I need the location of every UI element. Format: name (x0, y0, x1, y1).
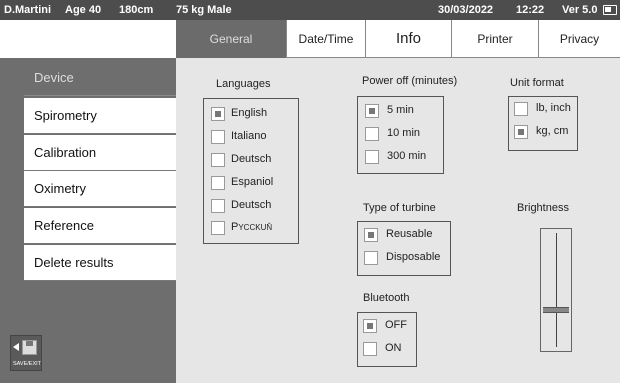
patient-height: 180cm (119, 4, 154, 16)
power-off-300-checkbox[interactable] (365, 150, 379, 164)
bluetooth-group: OFF ON (357, 312, 417, 367)
menu-item-device[interactable]: Device (24, 60, 176, 96)
status-date: 30/03/2022 (438, 4, 494, 16)
menu-item-calibration[interactable]: Calibration (24, 135, 176, 171)
firmware-version: Ver 5.0 (562, 4, 598, 16)
brightness-slider-track (556, 233, 557, 347)
unit-kg-cm-checkbox[interactable] (514, 125, 528, 139)
turbine-reusable-label: Reusable (386, 228, 433, 240)
unit-format-group: lb, inch kg, cm (508, 96, 578, 151)
save-exit-button[interactable]: SAVE/EXIT (10, 335, 42, 371)
general-settings-panel: Languages English Italiano Deutsch Espan… (176, 58, 620, 383)
menu-item-oximetry[interactable]: Oximetry (24, 171, 176, 207)
languages-title: Languages (216, 78, 271, 90)
turbine-group: Reusable Disposable (357, 221, 451, 276)
language-english-checkbox[interactable] (211, 107, 225, 121)
power-off-10-label: 10 min (387, 127, 421, 139)
bluetooth-on-label: ON (385, 342, 402, 354)
bluetooth-off-checkbox[interactable] (363, 319, 377, 333)
power-off-group: 5 min 10 min 300 min (357, 96, 444, 174)
language-espaniol-label: Espaniol (231, 176, 274, 188)
unit-kg-cm-label: kg, cm (536, 125, 569, 137)
menu-item-reference[interactable]: Reference (24, 208, 176, 244)
battery-icon (603, 5, 617, 15)
bluetooth-on-checkbox[interactable] (363, 342, 377, 356)
power-off-300-label: 300 min (387, 150, 427, 162)
tab-row-spacer (0, 20, 176, 58)
tab-printer[interactable]: Printer (451, 20, 538, 58)
status-bar: D.Martini Age 40 180cm 75 kg Male 30/03/… (0, 0, 620, 20)
language-russian-label: Pycckuň (231, 221, 273, 233)
language-english-label: English (231, 107, 268, 119)
languages-group: English Italiano Deutsch Espaniol Deutsc… (203, 98, 299, 244)
language-deutsch-checkbox[interactable] (211, 153, 225, 167)
menu-item-spirometry[interactable]: Spirometry (24, 98, 176, 134)
tab-privacy[interactable]: Privacy (538, 20, 620, 58)
patient-weight-sex: 75 kg Male (176, 4, 232, 16)
unit-lb-inch-checkbox[interactable] (514, 102, 528, 116)
language-deutsch-2-checkbox[interactable] (211, 199, 225, 213)
floppy-disk-icon (22, 340, 37, 355)
language-italiano-label: Italiano (231, 130, 267, 142)
power-off-10-checkbox[interactable] (365, 127, 379, 141)
turbine-reusable-checkbox[interactable] (364, 228, 378, 242)
power-off-5-label: 5 min (387, 104, 414, 116)
menu-item-delete-results[interactable]: Delete results (24, 245, 176, 281)
language-russian-checkbox[interactable] (211, 221, 225, 235)
patient-name: D.Martini (4, 4, 52, 16)
language-deutsch-label: Deutsch (231, 153, 272, 165)
turbine-disposable-checkbox[interactable] (364, 251, 378, 265)
language-italiano-checkbox[interactable] (211, 130, 225, 144)
turbine-disposable-label: Disposable (386, 251, 441, 263)
power-off-title: Power off (minutes) (362, 75, 458, 87)
language-espaniol-checkbox[interactable] (211, 176, 225, 190)
turbine-title: Type of turbine (363, 202, 436, 214)
status-time: 12:22 (516, 4, 545, 16)
power-off-5-checkbox[interactable] (365, 104, 379, 118)
language-deutsch-2-label: Deutsch (231, 199, 272, 211)
brightness-title: Brightness (517, 202, 569, 214)
tab-general[interactable]: General (176, 20, 286, 58)
bluetooth-off-label: OFF (385, 319, 407, 331)
tab-date-time[interactable]: Date/Time (286, 20, 365, 58)
arrow-left-icon (13, 343, 19, 351)
bluetooth-title: Bluetooth (363, 292, 410, 304)
unit-format-title: Unit format (510, 77, 564, 89)
unit-lb-inch-label: lb, inch (536, 102, 571, 114)
brightness-slider[interactable] (540, 228, 572, 352)
brightness-slider-thumb[interactable] (543, 307, 569, 314)
tab-info[interactable]: Info (365, 20, 451, 58)
save-exit-label: SAVE/EXIT (12, 361, 42, 367)
patient-age: Age 40 (65, 4, 102, 16)
